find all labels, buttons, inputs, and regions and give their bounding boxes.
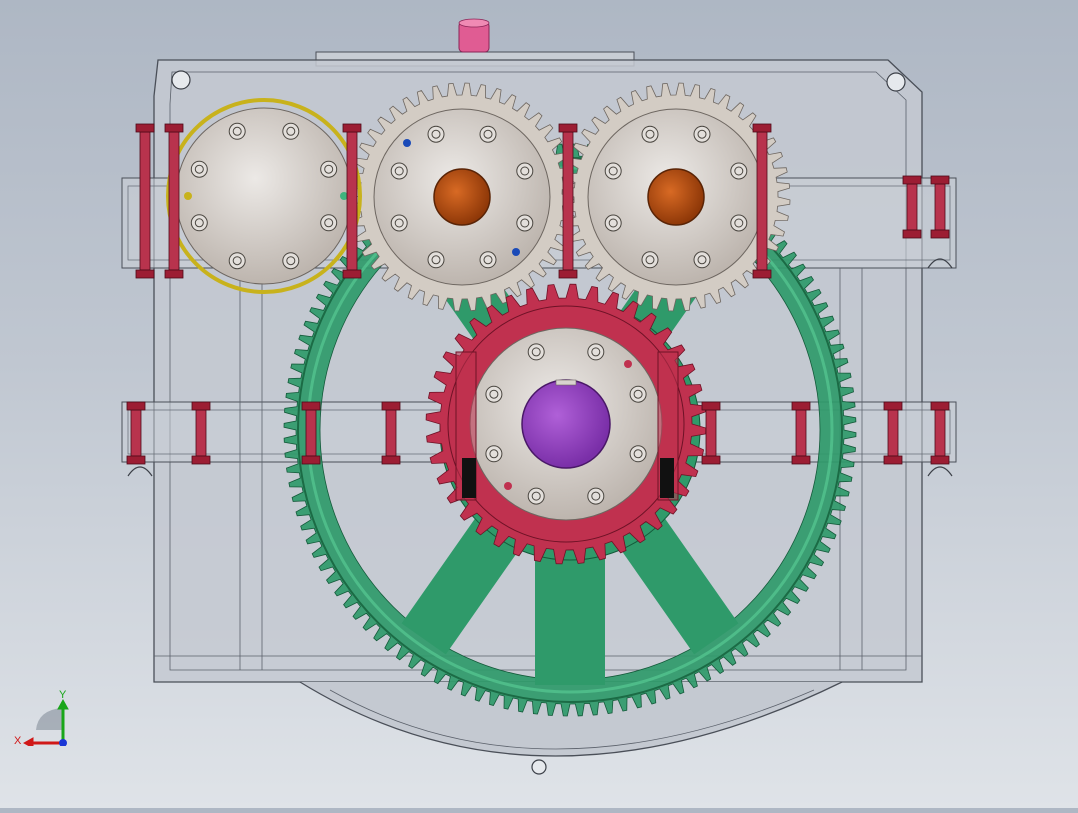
cad-viewport[interactable]: Y X: [0, 0, 1078, 808]
cap-bolt: [479, 251, 497, 269]
cap-bolt: [527, 343, 545, 361]
triad-plane: [36, 708, 62, 730]
input-cap-plate: [175, 107, 353, 285]
cap-bolt: [228, 122, 246, 140]
shaft-keyway: [555, 379, 577, 386]
cap-bolt: [282, 122, 300, 140]
oil-fill-plug[interactable]: [458, 18, 490, 53]
mount-hole-left: [171, 70, 191, 90]
x-axis-label: X: [14, 735, 22, 746]
cap-bolt: [427, 251, 445, 269]
left-idler-marker-blue: [403, 139, 411, 147]
cap-bolt: [485, 385, 503, 403]
cap-bolt: [730, 162, 748, 180]
z-axis-dot: [59, 739, 67, 747]
cap-bolt: [693, 251, 711, 269]
cap-bolt: [190, 160, 208, 178]
y-axis-label: Y: [59, 689, 67, 701]
coordinate-triad: Y X: [14, 686, 74, 749]
cap-bolt: [485, 445, 503, 463]
cap-bolt: [587, 487, 605, 505]
pinion-bracket-right: [657, 351, 679, 501]
saddle-left: [127, 466, 153, 477]
cap-bolt: [629, 385, 647, 403]
cap-bolt: [587, 343, 605, 361]
cap-bolt: [390, 214, 408, 232]
saddle-right: [927, 466, 953, 477]
pinion-bracket-left: [455, 351, 477, 501]
gearbox-assembly-drawing: [121, 18, 957, 775]
pinion-marker: [624, 360, 632, 368]
right-idler-shaft: [647, 168, 705, 226]
left-idler-shaft: [433, 168, 491, 226]
cap-bolt: [527, 487, 545, 505]
cap-bolt: [427, 125, 445, 143]
x-axis-head: [22, 737, 34, 749]
cap-bolt: [228, 252, 246, 270]
left-idler-marker-blue-2: [512, 248, 520, 256]
cap-bolt: [730, 214, 748, 232]
y-axis-head: [57, 698, 69, 710]
cap-bolt: [320, 214, 338, 232]
cap-bolt: [282, 252, 300, 270]
cap-bolt: [390, 162, 408, 180]
output-shaft: [521, 379, 611, 469]
drain-hole: [531, 759, 547, 775]
cap-bolt: [641, 251, 659, 269]
cap-bolt: [604, 162, 622, 180]
cap-bolt: [641, 125, 659, 143]
cap-bolt: [604, 214, 622, 232]
cap-bolt: [190, 214, 208, 232]
input-shaft-cap[interactable]: [166, 98, 362, 294]
input-cap-marker: [184, 192, 192, 200]
mount-hole-right: [886, 72, 906, 92]
cap-bolt: [516, 214, 534, 232]
cap-bolt: [693, 125, 711, 143]
cap-bolt: [516, 162, 534, 180]
pinion-marker-2: [504, 482, 512, 490]
cap-bolt: [479, 125, 497, 143]
cap-bolt: [629, 445, 647, 463]
cap-bolt: [320, 160, 338, 178]
